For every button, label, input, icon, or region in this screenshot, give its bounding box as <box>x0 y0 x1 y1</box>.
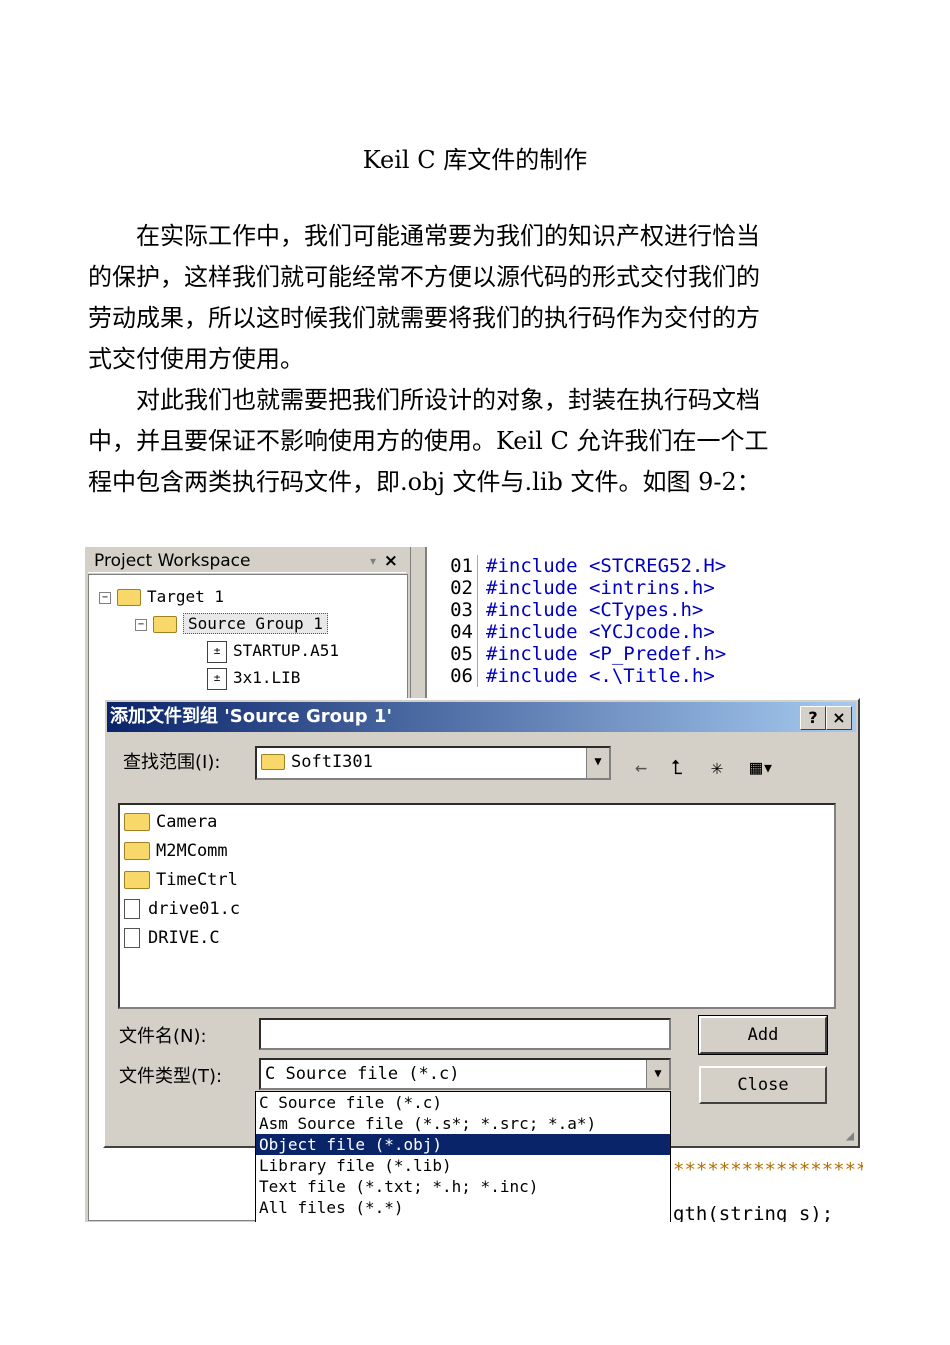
line-number: 05 <box>427 643 478 665</box>
line-number: 03 <box>427 599 478 621</box>
dialog-title-bar: 添加文件到组 'Source Group 1' ? × <box>107 702 856 732</box>
paragraph-1: 在实际工作中，我们可能通常要为我们的知识产权进行恰当 的保护，这样我们就可能经常… <box>88 216 840 380</box>
collapse-icon[interactable]: − <box>99 591 111 604</box>
code-text: #include <STCREG52.H> <box>486 555 727 577</box>
line-number: 01 <box>427 555 478 577</box>
line-number: 06 <box>427 665 478 687</box>
close-button[interactable]: Close <box>699 1066 827 1104</box>
close-icon[interactable]: × <box>384 550 398 572</box>
code-line: 03 #include <CTypes.h> <box>427 599 703 621</box>
tree-node-label: Source Group 1 <box>183 613 328 634</box>
line-number: 04 <box>427 621 478 643</box>
add-button[interactable]: Add <box>698 1015 828 1055</box>
view-menu-icon[interactable]: ▦▾ <box>750 755 774 779</box>
dropdown-option[interactable]: Asm Source file (*.s*; *.src; *.a*) <box>256 1113 670 1134</box>
document-icon <box>124 928 140 948</box>
document-title: Keil C 库文件的制作 <box>362 146 588 174</box>
tree-node-file[interactable]: ±3x1.LIB <box>207 666 300 690</box>
paragraph-2: 对此我们也就需要把我们所设计的对象，封装在执行码文档 中，并且要保证不影响使用方… <box>88 380 840 503</box>
line-number: 02 <box>427 577 478 599</box>
filename-input[interactable] <box>259 1018 671 1050</box>
up-folder-icon[interactable]: ⮤ <box>671 755 683 779</box>
file-name: M2MComm <box>156 841 228 861</box>
help-button[interactable]: ? <box>800 706 826 730</box>
code-text: #include <intrins.h> <box>486 577 715 599</box>
dropdown-option[interactable]: C Source file (*.c) <box>256 1092 670 1113</box>
paragraph-2-line: 中，并且要保证不影响使用方的使用。Keil C 允许我们在一个工 <box>88 427 769 455</box>
code-text: #include <CTypes.h> <box>486 599 704 621</box>
dialog-close-button[interactable]: × <box>826 706 852 730</box>
filetype-dropdown-list[interactable]: C Source file (*.c) Asm Source file (*.s… <box>255 1091 671 1222</box>
file-icon: ± <box>207 667 227 690</box>
folder-icon <box>124 871 150 889</box>
tree-node-label: Target 1 <box>147 587 225 606</box>
back-icon[interactable]: ← <box>635 755 647 779</box>
tree-node-source-group[interactable]: − Source Group 1 <box>135 612 328 636</box>
target-icon <box>117 589 141 606</box>
code-text: #include <.\Title.h> <box>486 665 715 687</box>
filetype-select[interactable]: C Source file (*.c) ▼ <box>259 1058 671 1090</box>
file-name: TimeCtrl <box>156 870 238 890</box>
code-text: #include <P_Predef.h> <box>486 643 727 665</box>
code-line: 01 #include <STCREG52.H> <box>427 555 726 577</box>
dropdown-option-highlighted[interactable]: Object file (*.obj) <box>256 1134 670 1155</box>
folder-icon <box>153 616 177 633</box>
folder-icon <box>124 813 150 831</box>
code-text: #include <YCJcode.h> <box>486 621 715 643</box>
code-line: 02 #include <intrins.h> <box>427 577 715 599</box>
code-line: 04 #include <YCJcode.h> <box>427 621 715 643</box>
filetype-label: 文件类型(T): <box>119 1066 223 1087</box>
list-item[interactable]: M2MComm <box>124 838 228 864</box>
list-item[interactable]: drive01.c <box>124 896 240 922</box>
resize-grip-icon[interactable]: ◢ <box>846 1128 854 1144</box>
folder-icon <box>261 754 285 770</box>
file-name: Camera <box>156 812 218 832</box>
tree-node-label: STARTUP.A51 <box>233 641 339 660</box>
tree-node-label: 3x1.LIB <box>233 668 301 687</box>
code-line: 05 #include <P_Predef.h> <box>427 643 726 665</box>
file-list[interactable]: Camera M2MComm TimeCtrl drive01.c DRIVE.… <box>118 803 836 1009</box>
file-name: drive01.c <box>148 899 241 919</box>
paragraph-1-line: 的保护，这样我们就可能经常不方便以源代码的形式交付我们的 <box>88 263 760 291</box>
screenshot-figure: Project Workspace ▾ × − Target 1 − Source … <box>85 547 863 1222</box>
folder-icon <box>124 842 150 860</box>
paragraph-2-line: 对此我们也就需要把我们所设计的对象，封装在执行码文档 <box>136 386 760 414</box>
code-line: 06 #include <.\Title.h> <box>427 665 715 687</box>
paragraph-1-line: 式交付使用方使用。 <box>88 345 304 373</box>
tree-node-target[interactable]: − Target 1 <box>99 585 224 609</box>
filetype-value: C Source file (*.c) <box>265 1064 460 1084</box>
look-in-label: 查找范围(I): <box>123 752 221 773</box>
list-item[interactable]: Camera <box>124 809 217 835</box>
add-files-dialog: 添加文件到组 'Source Group 1' ? × 查找范围(I): Sof… <box>103 698 860 1148</box>
paragraph-1-line: 劳动成果，所以这时候我们就需要将我们的执行码作为交付的方 <box>88 304 760 332</box>
workspace-title: Project Workspace <box>94 551 251 571</box>
filename-label: 文件名(N): <box>119 1026 207 1047</box>
workspace-title-bar: Project Workspace ▾ × <box>88 550 406 573</box>
dropdown-option[interactable]: All files (*.*) <box>256 1197 670 1218</box>
file-icon: ± <box>207 640 227 663</box>
new-folder-icon[interactable]: ✳ <box>711 755 723 779</box>
pin-icon[interactable]: ▾ <box>370 550 376 572</box>
code-peek-line: gth(string s); <box>673 1203 834 1222</box>
document-icon <box>124 899 140 919</box>
paragraph-1-line: 在实际工作中，我们可能通常要为我们的知识产权进行恰当 <box>136 222 760 250</box>
list-item[interactable]: TimeCtrl <box>124 867 238 893</box>
dropdown-option[interactable]: Text file (*.txt; *.h; *.inc) <box>256 1176 670 1197</box>
look-in-value: SoftI301 <box>291 752 373 772</box>
tree-node-file[interactable]: ± STARTUP.A51 <box>207 639 339 663</box>
list-item[interactable]: DRIVE.C <box>124 925 220 951</box>
chevron-down-icon[interactable]: ▼ <box>646 1060 669 1088</box>
file-name: DRIVE.C <box>148 928 220 948</box>
code-peek-line: ***************** <box>673 1159 863 1181</box>
paragraph-2-line: 程中包含两类执行码文件，即.obj 文件与.lib 文件。如图 9-2： <box>88 468 761 496</box>
dropdown-option[interactable]: Library file (*.lib) <box>256 1155 670 1176</box>
dialog-title: 添加文件到组 'Source Group 1' <box>110 706 392 727</box>
chevron-down-icon[interactable]: ▼ <box>586 748 609 778</box>
collapse-icon[interactable]: − <box>135 618 147 631</box>
look-in-combo[interactable]: SoftI301 ▼ <box>255 746 611 780</box>
